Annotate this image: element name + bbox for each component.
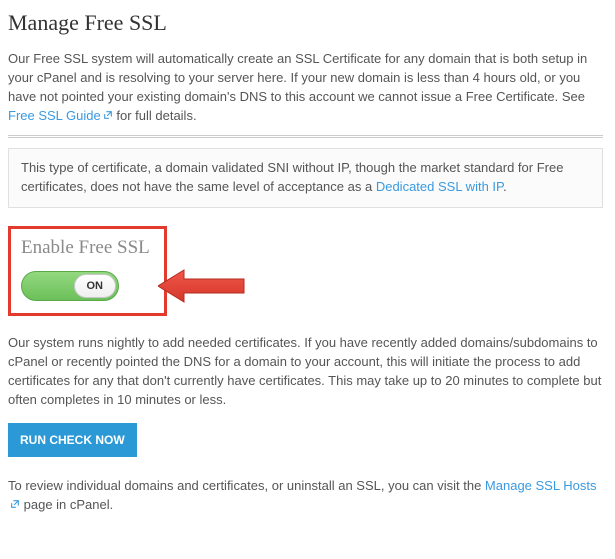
free-ssl-guide-link-label: Free SSL Guide [8, 108, 101, 123]
system-note: Our system runs nightly to add needed ce… [8, 334, 603, 409]
intro-paragraph: Our Free SSL system will automatically c… [8, 50, 603, 125]
divider [8, 135, 603, 138]
dedicated-ssl-link[interactable]: Dedicated SSL with IP [376, 179, 503, 194]
intro-text-after: for full details. [116, 108, 196, 123]
external-link-icon [103, 107, 113, 117]
page-title: Manage Free SSL [8, 10, 603, 36]
enable-free-ssl-highlight: Enable Free SSL ON [8, 226, 167, 316]
enable-free-ssl-toggle[interactable]: ON [21, 271, 119, 301]
manage-ssl-hosts-link[interactable]: Manage SSL Hosts [485, 478, 597, 493]
run-check-now-button[interactable]: RUN CHECK NOW [8, 423, 137, 457]
toggle-knob: ON [74, 274, 117, 298]
info-box: This type of certificate, a domain valid… [8, 148, 603, 208]
enable-free-ssl-heading: Enable Free SSL [21, 237, 150, 259]
manage-ssl-hosts-link-label: Manage SSL Hosts [485, 478, 597, 493]
enable-free-ssl-toggle-wrap: ON [21, 271, 119, 301]
footer-paragraph: To review individual domains and certifi… [8, 477, 603, 515]
footer-text-after: page in cPanel. [24, 497, 114, 512]
info-text-after: . [503, 179, 507, 194]
annotation-arrow-icon [158, 268, 248, 304]
intro-text-before: Our Free SSL system will automatically c… [8, 51, 587, 104]
footer-text-before: To review individual domains and certifi… [8, 478, 485, 493]
external-link-icon [10, 496, 20, 506]
free-ssl-guide-link[interactable]: Free SSL Guide [8, 108, 101, 123]
